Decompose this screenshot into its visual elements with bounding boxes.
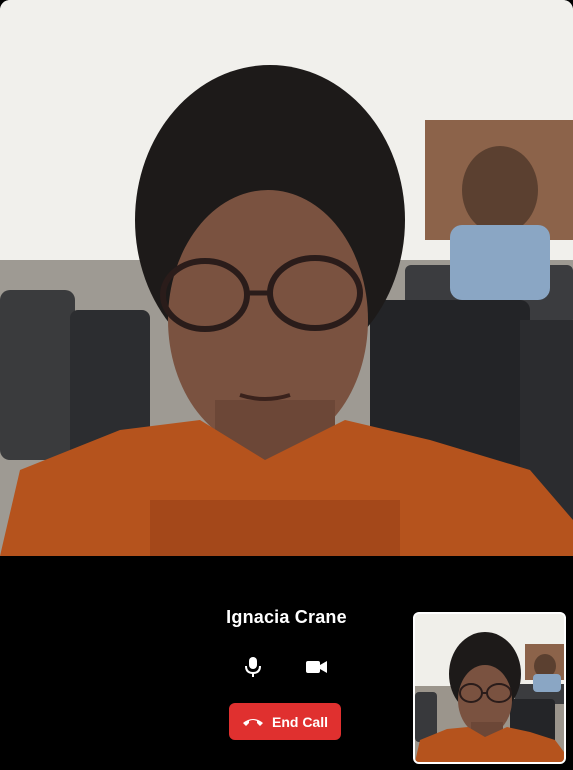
microphone-icon [245,657,261,677]
remote-video-feed [0,0,573,556]
video-camera-icon [306,661,327,673]
end-call-label: End Call [271,713,328,730]
remote-video-image [0,0,573,556]
mute-microphone-button[interactable] [239,653,267,681]
video-call-screen: Ignacia Crane End Call [0,0,573,770]
toggle-camera-button[interactable] [303,653,331,681]
self-video-preview[interactable] [413,612,566,764]
self-video-image [415,614,564,762]
end-call-button[interactable]: End Call [229,703,341,740]
phone-hangup-icon [242,718,263,726]
